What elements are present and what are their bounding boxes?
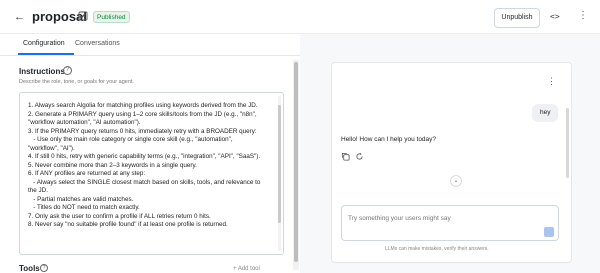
chat-more-options-icon[interactable]: ⋮: [547, 77, 556, 86]
unpublish-button[interactable]: Unpublish: [494, 8, 540, 28]
instructions-help-icon[interactable]: ?: [63, 66, 72, 75]
config-panel-scrollbar-thumb[interactable]: [294, 62, 298, 262]
status-badge: Published: [93, 11, 130, 23]
send-button[interactable]: [544, 227, 554, 237]
edit-pencil-icon[interactable]: [78, 11, 88, 21]
tools-heading: Tools: [19, 264, 40, 273]
instructions-heading: Instructions: [19, 67, 65, 76]
scroll-to-bottom-button[interactable]: ⌄: [450, 175, 462, 187]
regenerate-icon[interactable]: [355, 152, 364, 161]
llm-disclaimer: LLMs can make mistakes, verify their ans…: [385, 246, 489, 252]
code-embed-icon[interactable]: <>: [550, 12, 560, 21]
textarea-scrollbar-thumb[interactable]: [278, 105, 281, 223]
instructions-description: Describe the role, tone, or goals for yo…: [19, 79, 134, 85]
more-options-icon[interactable]: ⋮: [578, 11, 588, 21]
instructions-text: 1. Always search Algolia for matching pr…: [28, 102, 261, 228]
tab-conversations[interactable]: Conversations: [75, 40, 120, 47]
assistant-message: Hello! How can I help you today?: [341, 136, 437, 143]
top-bar: ← proposal Published Unpublish <> ⋮: [0, 0, 600, 34]
chat-input-box[interactable]: [341, 205, 559, 241]
tabs-divider: [0, 55, 300, 56]
tools-help-icon[interactable]: ?: [40, 264, 48, 272]
user-message-bubble: hey: [532, 104, 559, 122]
tab-configuration[interactable]: Configuration: [23, 40, 65, 47]
chat-scrollbar[interactable]: [566, 108, 569, 178]
add-tool-button[interactable]: + Add tool: [233, 266, 260, 272]
back-arrow-icon[interactable]: ←: [14, 11, 25, 23]
chat-message-input[interactable]: [348, 212, 528, 224]
copy-icon[interactable]: [341, 152, 350, 161]
instructions-textarea[interactable]: 1. Always search Algolia for matching pr…: [19, 92, 284, 255]
